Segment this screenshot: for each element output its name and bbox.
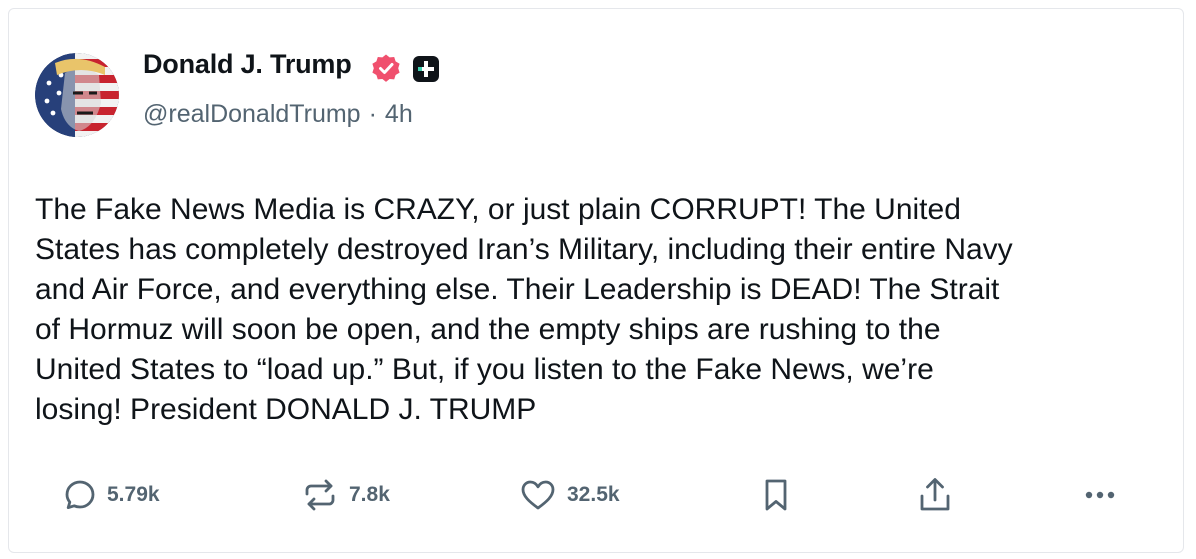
display-name[interactable]: Donald J. Trump xyxy=(143,49,352,80)
like-count: 32.5k xyxy=(567,483,620,506)
share-icon xyxy=(920,478,950,511)
post-text: The Fake News Media is CRAZY, or just pl… xyxy=(35,193,1013,426)
share-button[interactable] xyxy=(917,477,953,513)
bookmark-button[interactable] xyxy=(761,477,791,513)
handle-line: @realDonaldTrump · 4h xyxy=(143,100,413,129)
post-card: Donald J. Trump @realDonaldTrump · 4h The … xyxy=(8,8,1184,553)
reply-button[interactable]: 5.79k xyxy=(63,477,160,513)
repost-button[interactable]: 7.8k xyxy=(301,477,390,513)
more-button[interactable] xyxy=(1085,477,1115,513)
heart-icon xyxy=(521,480,555,510)
avatar-image xyxy=(35,53,119,137)
bookmark-icon xyxy=(765,479,787,511)
reply-icon xyxy=(65,480,95,509)
avatar[interactable] xyxy=(35,53,119,137)
repost-count: 7.8k xyxy=(349,483,390,506)
plus-badge-icon xyxy=(413,56,439,82)
repost-icon xyxy=(305,479,335,511)
handle[interactable]: @realDonaldTrump xyxy=(143,100,361,128)
more-icon xyxy=(1085,491,1115,499)
timestamp[interactable]: 4h xyxy=(385,100,413,128)
like-button[interactable]: 32.5k xyxy=(519,477,620,513)
verified-badge-icon xyxy=(372,54,400,82)
reply-count: 5.79k xyxy=(107,483,160,506)
separator: · xyxy=(368,100,377,128)
